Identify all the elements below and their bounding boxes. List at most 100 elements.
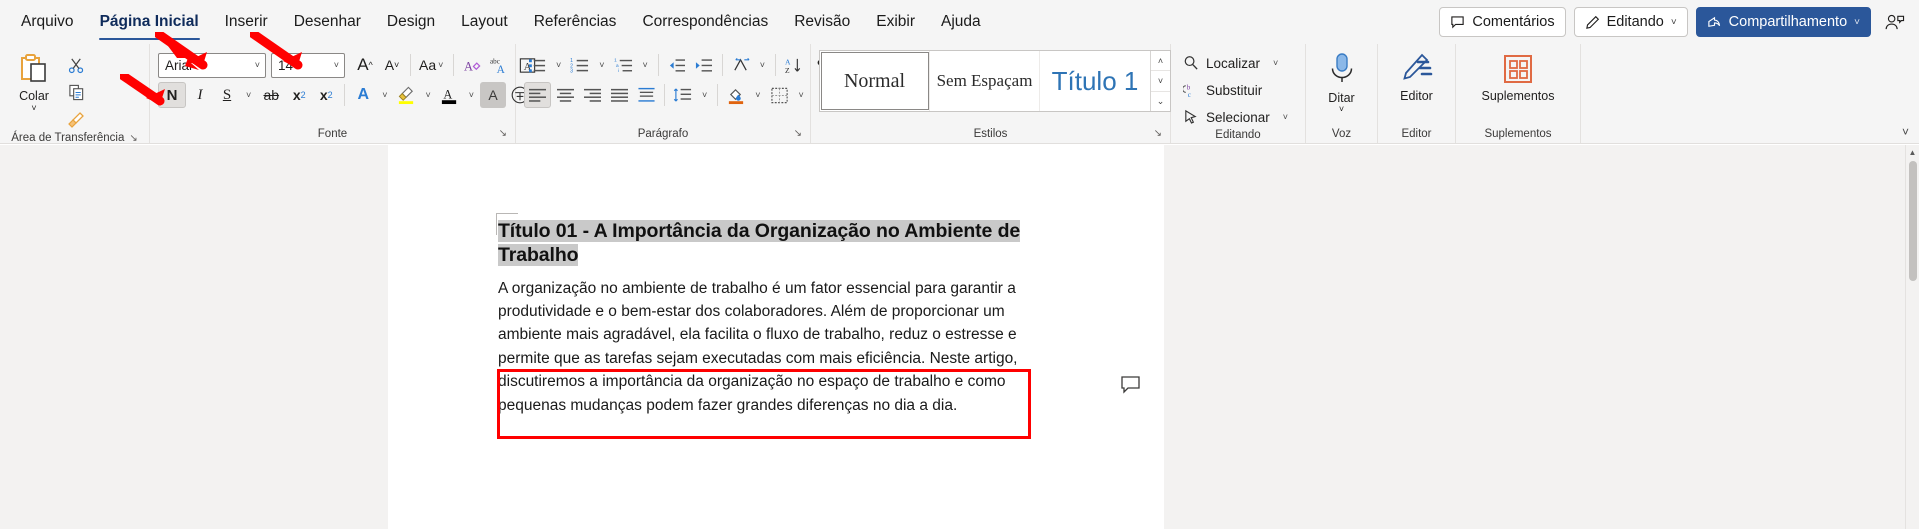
scrollbar-thumb[interactable] — [1909, 161, 1917, 281]
pencil-icon — [1585, 15, 1600, 30]
decrease-indent-button[interactable] — [664, 52, 690, 78]
font-name-combobox[interactable]: Arial ˅ — [158, 52, 266, 78]
tab-ajuda[interactable]: Ajuda — [930, 7, 992, 37]
style-sem-espacamento[interactable]: Sem Espaçam — [930, 51, 1040, 111]
highlight-color-button[interactable] — [394, 82, 420, 108]
document-heading: Título 01 - A Importância da Organização… — [498, 220, 1060, 268]
share-button[interactable]: Compartilhamento ˅ — [1695, 7, 1871, 37]
text-effects-options-button[interactable]: ˅ — [377, 82, 392, 108]
increase-indent-button[interactable] — [691, 52, 717, 78]
decrease-font-size-button[interactable]: A ˅ — [379, 52, 405, 78]
paste-button[interactable]: Colar ˅ — [8, 50, 60, 132]
shading-button[interactable] — [723, 82, 749, 108]
cut-button[interactable] — [62, 53, 90, 78]
font-color-options-button[interactable]: ˅ — [464, 82, 479, 108]
text-effects-button[interactable]: A — [350, 82, 376, 108]
multilevel-list-button[interactable]: 1 a i — [611, 52, 637, 78]
dialog-launcher-icon[interactable]: ↘ — [1154, 128, 1162, 139]
borders-options-button[interactable]: ˅ — [794, 82, 809, 108]
dialog-launcher-icon[interactable]: ↘ — [129, 133, 137, 144]
scroll-up-arrow-icon[interactable]: ▲ — [1906, 145, 1919, 159]
italic-button[interactable]: I — [187, 82, 213, 108]
tab-pagina-inicial[interactable]: Página Inicial — [89, 7, 210, 40]
editor-button[interactable]: Editor — [1389, 48, 1445, 103]
document-paragraph: A organização no ambiente de trabalho é … — [498, 279, 1018, 414]
chevron-down-icon: ˅ — [759, 60, 766, 70]
line-spacing-options-button[interactable]: ˅ — [697, 82, 712, 108]
subscript-button[interactable]: x2 — [286, 82, 312, 108]
chevron-down-icon: ˅ — [702, 90, 708, 100]
font-color-button[interactable]: A — [437, 82, 463, 108]
svg-text:A: A — [444, 87, 453, 101]
underline-options-button[interactable]: ˅ — [241, 82, 256, 108]
sort-button[interactable] — [728, 52, 754, 78]
superscript-button[interactable]: x2 — [313, 82, 339, 108]
increase-font-size-button[interactable]: A ^ — [352, 52, 378, 78]
numbering-options-button[interactable]: ˅ — [594, 52, 609, 78]
align-right-button[interactable] — [579, 82, 605, 108]
line-spacing-button[interactable] — [670, 82, 696, 108]
numbered-list-button[interactable]: 1 2 3 — [567, 52, 593, 78]
divider — [410, 54, 411, 76]
tab-desenhar[interactable]: Desenhar — [283, 7, 372, 37]
replace-button[interactable]: b c Substituir — [1179, 78, 1294, 102]
share-label: Compartilhamento — [1728, 14, 1848, 30]
tab-layout[interactable]: Layout — [450, 7, 519, 37]
find-button[interactable]: Localizar ˅ — [1179, 51, 1294, 75]
paragraph-group-label: Parágrafo ↘ — [637, 127, 802, 140]
document-content[interactable]: Título 01 - A Importância da Organização… — [498, 220, 1060, 417]
comments-button[interactable]: Comentários — [1439, 7, 1566, 37]
align-center-button[interactable] — [552, 82, 578, 108]
justify-button[interactable] — [606, 82, 632, 108]
find-label: Localizar — [1206, 55, 1261, 71]
tab-arquivo[interactable]: Arquivo — [10, 7, 85, 37]
bullet-options-button[interactable]: ˅ — [551, 52, 566, 78]
select-button[interactable]: Selecionar ˅ — [1179, 105, 1294, 129]
collapse-ribbon-button[interactable]: ˅ — [1902, 125, 1909, 139]
addins-button[interactable]: Suplementos — [1468, 48, 1568, 103]
editing-mode-button[interactable]: Editando ˅ — [1573, 7, 1688, 37]
spelling-check-button[interactable]: abc A — [486, 52, 513, 78]
chevron-down-icon: ˅ — [1338, 104, 1345, 114]
dialog-launcher-icon[interactable]: ↘ — [794, 128, 802, 139]
sort-options-button[interactable]: ˅ — [755, 52, 770, 78]
tab-revisao[interactable]: Revisão — [783, 7, 861, 37]
copy-button[interactable] — [62, 80, 90, 105]
styles-scroll-down-button[interactable]: ˅ — [1151, 71, 1170, 92]
font-size-combobox[interactable]: 14 ˅ — [271, 52, 345, 78]
tab-inserir[interactable]: Inserir — [214, 7, 279, 37]
styles-more-button[interactable]: ⌄ — [1151, 92, 1170, 111]
align-left-button[interactable] — [524, 82, 551, 108]
ribbon-group-clipboard: Colar ˅ Área de Transferência ↘ — [0, 44, 150, 144]
styles-scroll-up-button[interactable]: ˄ — [1151, 51, 1170, 72]
strikethrough-button[interactable]: ab — [257, 82, 285, 108]
comments-label: Comentários — [1472, 14, 1555, 30]
tab-exibir[interactable]: Exibir — [865, 7, 926, 37]
style-normal[interactable]: Normal — [820, 51, 930, 111]
change-case-button[interactable]: Aa ˅ — [416, 52, 448, 78]
clear-formatting-button[interactable]: A — [459, 52, 485, 78]
tab-correspondencias[interactable]: Correspondências — [631, 7, 779, 37]
multilevel-options-button[interactable]: ˅ — [638, 52, 653, 78]
character-shading-button[interactable]: A — [480, 82, 507, 108]
style-titulo-1[interactable]: Título 1 — [1040, 51, 1150, 111]
divider — [453, 54, 455, 76]
format-painter-button[interactable] — [62, 107, 90, 132]
shading-options-button[interactable]: ˅ — [750, 82, 765, 108]
share-people-icon[interactable] — [1879, 7, 1909, 37]
document-page[interactable]: Título 01 - A Importância da Organização… — [388, 145, 1164, 529]
dialog-launcher-icon[interactable]: ↘ — [499, 128, 507, 139]
bold-button[interactable]: N — [158, 82, 186, 108]
highlight-options-button[interactable]: ˅ — [421, 82, 436, 108]
tab-design[interactable]: Design — [376, 7, 446, 37]
borders-button[interactable] — [767, 82, 793, 108]
underline-button[interactable]: S — [214, 82, 240, 108]
bullet-list-button[interactable] — [524, 52, 550, 78]
sort-az-button[interactable]: A Z — [781, 52, 807, 78]
vertical-scrollbar[interactable]: ▲ — [1905, 145, 1919, 529]
distributed-button[interactable] — [633, 82, 659, 108]
dictate-button[interactable]: Ditar ˅ — [1314, 48, 1370, 114]
add-comment-icon[interactable] — [1120, 375, 1142, 395]
ribbon-group-editing: Localizar ˅ b c Substituir Selecionar ˅ … — [1171, 44, 1306, 143]
tab-referencias[interactable]: Referências — [523, 7, 628, 37]
